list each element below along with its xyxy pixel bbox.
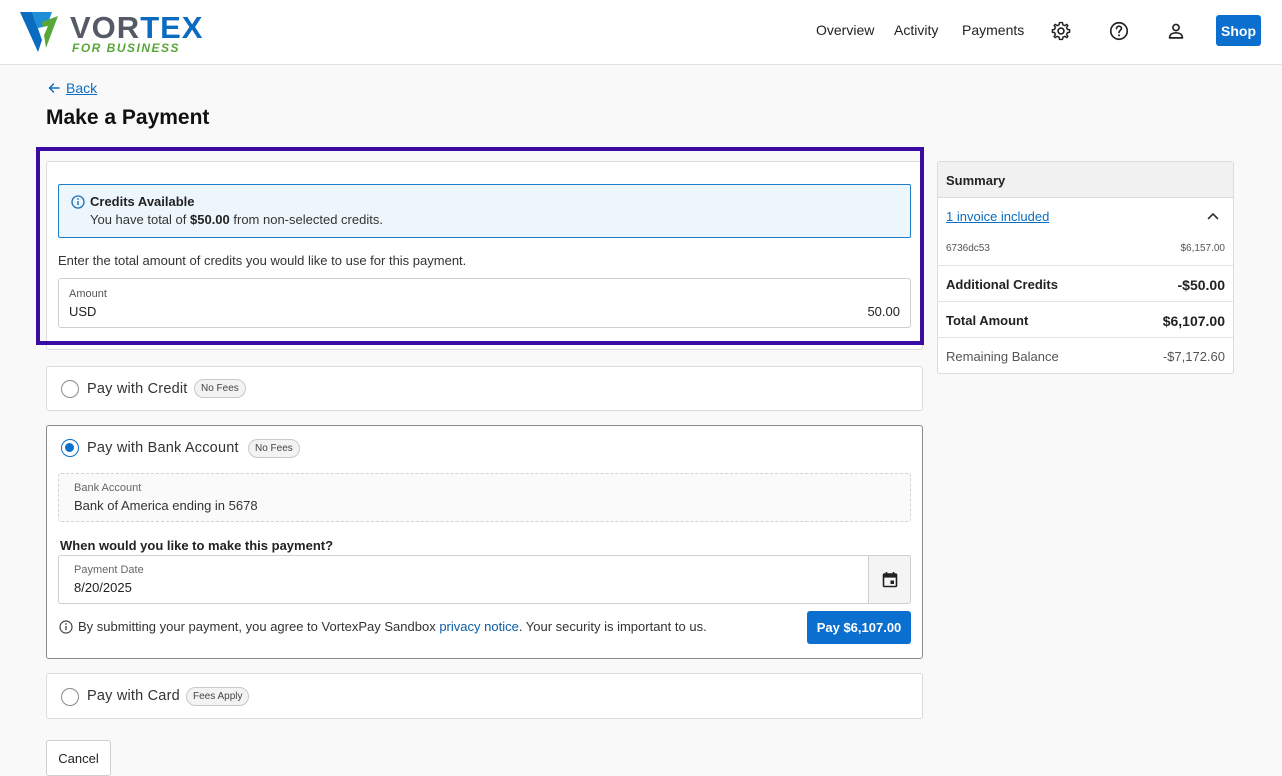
- bank-account-field: Bank Account Bank of America ending in 5…: [58, 473, 911, 522]
- total-amount-label: Total Amount: [946, 313, 1029, 328]
- additional-credits-row: Additional Credits -$50.00: [938, 265, 1233, 301]
- remaining-balance-row: Remaining Balance -$7,172.60: [938, 337, 1233, 373]
- no-fees-badge: No Fees: [194, 379, 246, 398]
- no-fees-badge: No Fees: [248, 439, 300, 458]
- nav-overview[interactable]: Overview: [816, 22, 874, 38]
- top-bar: VORTEX FOR BUSINESS Overview Activity Pa…: [0, 0, 1282, 65]
- total-amount-value: $6,107.00: [1162, 313, 1225, 329]
- vortex-logo[interactable]: VORTEX FOR BUSINESS: [18, 8, 202, 56]
- invoices-included-link[interactable]: 1 invoice included: [946, 209, 1049, 224]
- page-title: Make a Payment: [46, 106, 210, 129]
- remaining-balance-value: -$7,172.60: [1162, 349, 1225, 364]
- payment-date-input[interactable]: Payment Date 8/20/2025: [58, 555, 911, 604]
- privacy-notice-link[interactable]: privacy notice: [439, 619, 518, 634]
- calendar-button[interactable]: [868, 555, 911, 604]
- alert-body: You have total of $50.00 from non-select…: [90, 212, 383, 227]
- info-icon: [59, 619, 73, 634]
- shop-button[interactable]: Shop: [1216, 15, 1261, 46]
- tagline: FOR BUSINESS: [72, 41, 181, 55]
- pay-with-bank-option[interactable]: Pay with Bank Account No Fees Bank Accou…: [46, 425, 923, 659]
- additional-credits-label: Additional Credits: [946, 277, 1058, 292]
- gear-icon[interactable]: [1050, 20, 1072, 42]
- back-link[interactable]: Back: [66, 80, 97, 96]
- payment-date-question: When would you like to make this payment…: [60, 538, 334, 553]
- chevron-up-icon[interactable]: [1207, 212, 1219, 220]
- pay-with-credit-label: Pay with Credit: [87, 381, 188, 397]
- payment-date-value[interactable]: 8/20/2025: [74, 580, 132, 595]
- additional-credits-value: -$50.00: [1177, 277, 1225, 293]
- summary-panel: Summary 1 invoice included 6736dc53 $6,1…: [937, 161, 1234, 374]
- info-icon: [71, 195, 85, 209]
- credits-available-alert: Credits Available You have total of $50.…: [58, 184, 911, 238]
- payment-date-label: Payment Date: [74, 564, 144, 576]
- calendar-icon: [882, 572, 898, 588]
- remaining-balance-label: Remaining Balance: [946, 349, 1059, 364]
- bank-account-value: Bank of America ending in 5678: [74, 498, 258, 513]
- invoice-amount: $6,157.00: [1180, 243, 1226, 254]
- pay-with-bank-label: Pay with Bank Account: [87, 440, 239, 456]
- arrow-left-icon: [48, 83, 60, 93]
- credits-help-text: Enter the total amount of credits you wo…: [58, 253, 467, 268]
- bank-account-label: Bank Account: [74, 482, 142, 494]
- consent-text: By submitting your payment, you agree to…: [59, 619, 707, 634]
- wordmark: VORTEX: [70, 10, 204, 45]
- pay-with-card-option[interactable]: Pay with Card Fees Apply: [46, 673, 923, 719]
- cancel-button[interactable]: Cancel: [46, 740, 111, 776]
- pay-with-bank-radio[interactable]: [61, 439, 79, 457]
- user-icon[interactable]: [1165, 20, 1187, 42]
- available-credit-amount: $50.00: [190, 212, 230, 227]
- help-icon[interactable]: [1108, 20, 1130, 42]
- amount-value[interactable]: 50.00: [867, 304, 900, 319]
- back-link-row[interactable]: Back: [47, 80, 97, 96]
- amount-label: Amount: [69, 288, 107, 300]
- nav-activity[interactable]: Activity: [894, 22, 938, 38]
- fees-apply-badge: Fees Apply: [186, 687, 250, 706]
- vortex-logo-mark-icon: [20, 12, 58, 52]
- pay-with-credit-option[interactable]: Pay with Credit No Fees: [46, 366, 923, 411]
- pay-with-credit-radio[interactable]: [61, 380, 79, 398]
- currency-label: USD: [69, 304, 97, 319]
- nav-payments[interactable]: Payments: [962, 22, 1024, 38]
- summary-header: Summary: [938, 162, 1233, 198]
- pay-button[interactable]: Pay $6,107.00: [807, 611, 911, 644]
- invoice-id: 6736dc53: [946, 243, 990, 254]
- pay-with-card-radio[interactable]: [61, 688, 79, 706]
- credit-amount-input[interactable]: Amount USD 50.00: [58, 278, 911, 328]
- alert-title: Credits Available: [90, 194, 195, 209]
- pay-with-card-label: Pay with Card: [87, 688, 180, 704]
- total-amount-row: Total Amount $6,107.00: [938, 301, 1233, 337]
- summary-title: Summary: [946, 173, 1006, 188]
